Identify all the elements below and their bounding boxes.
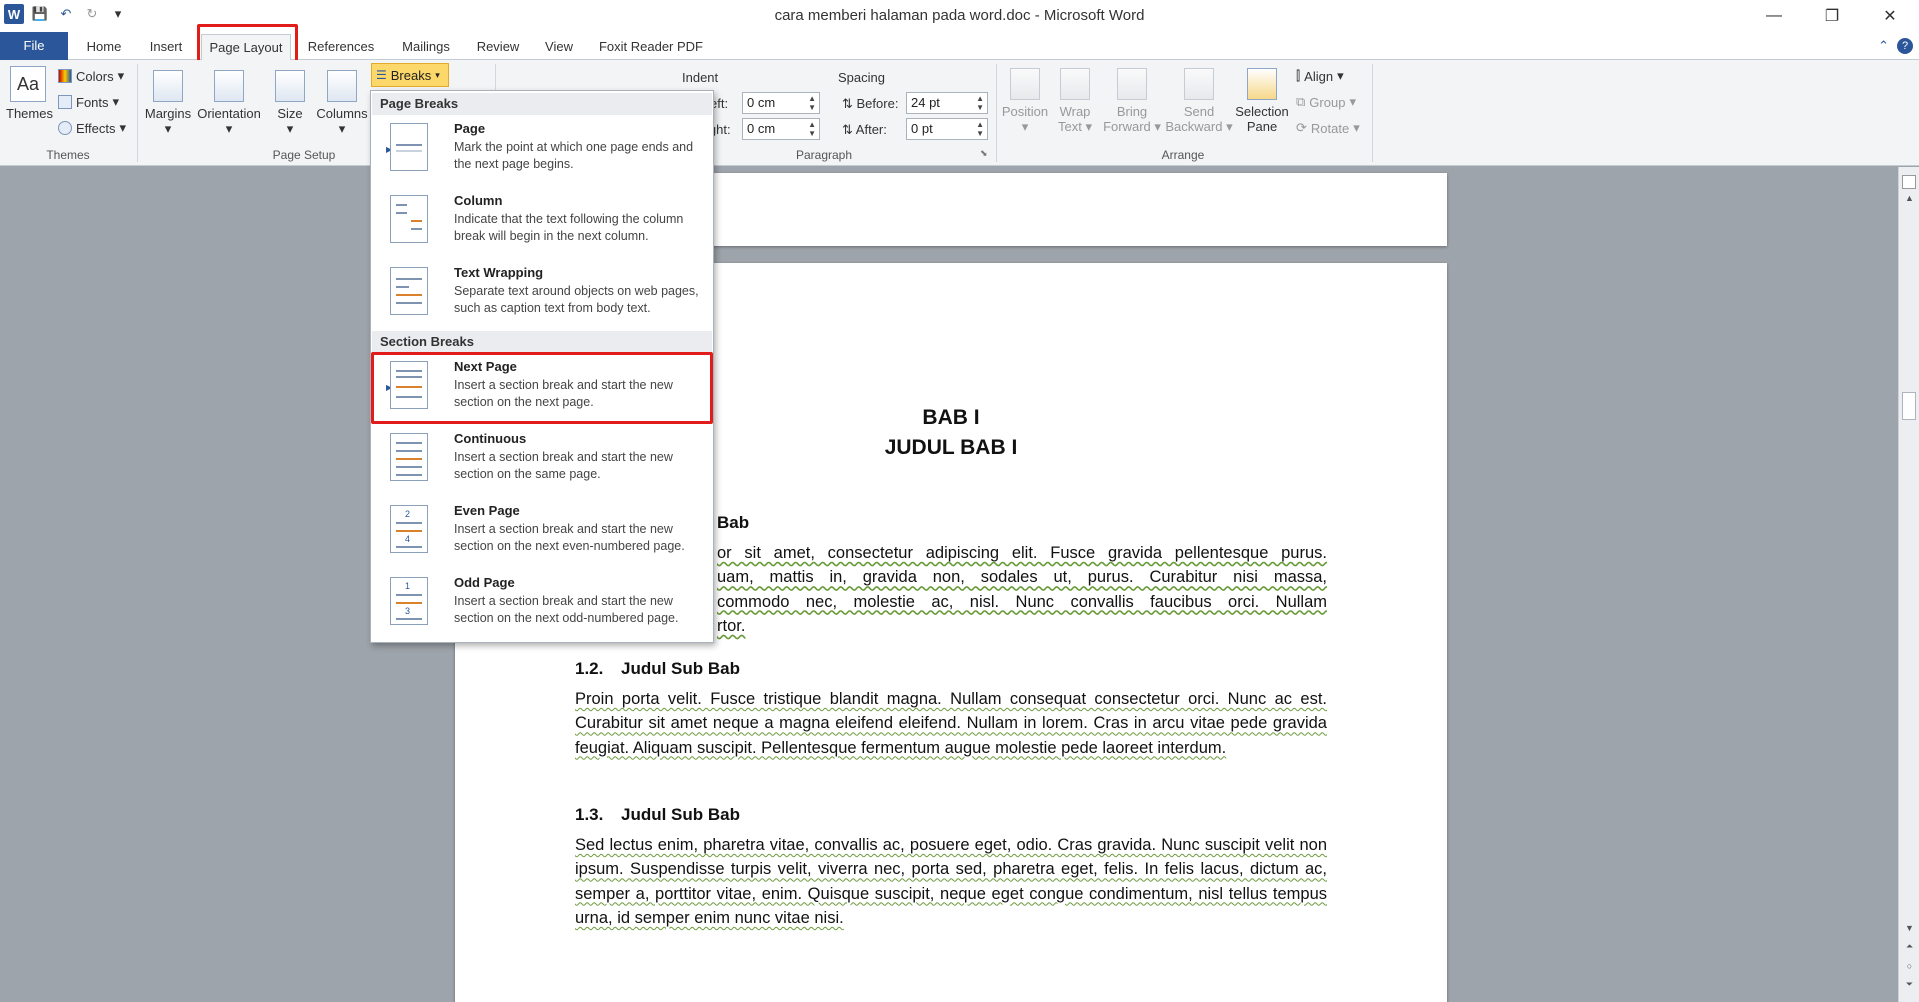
effects-icon [58, 121, 72, 135]
position-button[interactable]: Position ▾ [1000, 68, 1050, 135]
spacing-label: Spacing [838, 70, 885, 85]
effects-button[interactable]: Effects ▾ [58, 120, 126, 136]
themes-icon: Aa [10, 66, 46, 102]
group-separator [1372, 64, 1373, 162]
even-page-break-icon: 24 [390, 505, 428, 553]
continuous-break-icon [390, 433, 428, 481]
bring-forward-button[interactable]: Bring Forward ▾ [1100, 68, 1164, 135]
tab-mailings[interactable]: Mailings [393, 34, 459, 60]
scroll-down-icon[interactable]: ▼ [1899, 923, 1919, 933]
spacing-after-label: ⇅ After: [842, 122, 887, 137]
menu-item-odd-page[interactable]: 13 Odd Page Insert a section break and s… [372, 569, 712, 639]
fonts-button[interactable]: Fonts ▾ [58, 94, 119, 110]
tab-file[interactable]: File [0, 32, 68, 60]
fonts-icon [58, 95, 72, 109]
previous-page-icon[interactable]: ⏶ [1899, 941, 1919, 952]
spinner-arrows-icon[interactable]: ▲ ▼ [976, 94, 984, 112]
column-break-icon [390, 195, 428, 243]
next-page-highlight [371, 352, 713, 424]
section-breaks-header: Section Breaks [372, 331, 712, 353]
themes-group-label: Themes [46, 148, 90, 162]
group-button[interactable]: ⧉ Group ▾ [1296, 94, 1356, 110]
tab-review[interactable]: Review [470, 34, 526, 60]
breaks-button[interactable]: ☰ Breaks ▾ [371, 63, 449, 87]
margins-button[interactable]: Margins ▾ [142, 70, 194, 137]
spinner-arrows-icon[interactable]: ▲ ▼ [808, 120, 816, 138]
page-breaks-header: Page Breaks [372, 93, 712, 115]
menu-item-page-break[interactable]: ▶ Page Mark the point at which one page … [372, 115, 712, 185]
align-icon: ⫿ [1296, 68, 1301, 83]
align-button[interactable]: ⫿ Align ▾ [1296, 68, 1344, 84]
selection-pane-button[interactable]: Selection Pane [1234, 68, 1290, 134]
sub-heading: Bab [717, 513, 750, 532]
rotate-icon: ⟳ [1296, 120, 1307, 135]
menu-item-continuous[interactable]: Continuous Insert a section break and st… [372, 425, 712, 495]
next-page-icon[interactable]: ⏷ [1899, 979, 1919, 990]
columns-button[interactable]: Columns ▾ [314, 70, 370, 137]
indent-left-input[interactable]: 0 cm ▲ ▼ [742, 92, 820, 114]
ruler-toggle-icon[interactable] [1902, 175, 1916, 189]
indent-right-input[interactable]: 0 cm ▲ ▼ [742, 118, 820, 140]
group-icon: ⧉ [1296, 94, 1306, 109]
restore-button[interactable]: ❐ [1803, 0, 1861, 32]
orientation-button[interactable]: Orientation ▾ [196, 70, 262, 137]
wrap-text-button[interactable]: Wrap Text ▾ [1052, 68, 1098, 135]
minimize-ribbon-icon[interactable]: ⌃ [1878, 38, 1889, 54]
position-icon [1010, 68, 1040, 100]
bring-forward-icon [1117, 68, 1147, 100]
paragraph: or sit amet, consectetur adipiscing elit… [717, 544, 1327, 635]
selection-pane-icon [1247, 68, 1277, 100]
paragraph-group-label: Paragraph [795, 148, 853, 162]
breaks-icon: ☰ [376, 68, 387, 82]
scroll-up-icon[interactable]: ▲ [1899, 193, 1919, 203]
colors-icon [58, 69, 72, 83]
odd-page-break-icon: 13 [390, 577, 428, 625]
indent-label: Indent [682, 70, 719, 85]
chevron-down-icon: ▾ [435, 69, 440, 80]
size-button[interactable]: Size ▾ [270, 70, 310, 137]
spacing-before-input[interactable]: 24 pt ▲ ▼ [906, 92, 988, 114]
dialog-launcher-icon[interactable]: ⬊ [980, 148, 988, 159]
page-break-icon [390, 123, 428, 171]
send-backward-icon [1184, 68, 1214, 100]
spacing-before-label: ⇅ Before: [842, 96, 899, 111]
close-button[interactable]: ✕ [1861, 0, 1919, 32]
orientation-icon [214, 70, 244, 102]
minimize-button[interactable]: — [1745, 0, 1803, 32]
window-title: cara memberi halaman pada word.doc - Mic… [774, 7, 1145, 24]
menu-item-even-page[interactable]: 24 Even Page Insert a section break and … [372, 497, 712, 567]
sub-heading: 1.2. Judul Sub Bab [575, 659, 740, 678]
paragraph: Proin porta velit. Fusce tristique bland… [575, 690, 1327, 757]
themes-button[interactable]: Aa Themes [6, 66, 53, 121]
vertical-scrollbar[interactable]: ▲ ▼ ⏶ ○ ⏷ [1898, 167, 1919, 1002]
wrap-text-icon [1060, 68, 1090, 100]
size-icon [275, 70, 305, 102]
menu-item-text-wrapping[interactable]: Text Wrapping Separate text around objec… [372, 259, 712, 329]
sub-heading: 1.3. Judul Sub Bab [575, 805, 740, 824]
tab-view[interactable]: View [536, 34, 582, 60]
ribbon-right-controls: ⌃ ? [1878, 38, 1913, 54]
scroll-thumb[interactable] [1902, 392, 1916, 420]
tab-insert[interactable]: Insert [138, 34, 194, 60]
spinner-arrows-icon[interactable]: ▲ ▼ [976, 120, 984, 138]
text-wrapping-icon [390, 267, 428, 315]
menu-item-column-break[interactable]: Column Indicate that the text following … [372, 187, 712, 257]
browse-object-icon[interactable]: ○ [1899, 961, 1919, 971]
tab-home[interactable]: Home [74, 34, 134, 60]
columns-icon [327, 70, 357, 102]
margins-icon [153, 70, 183, 102]
ribbon: Aa Themes Colors ▾ Fonts ▾ Effects ▾ The… [0, 60, 1919, 166]
group-separator [996, 64, 997, 162]
spinner-arrows-icon[interactable]: ▲ ▼ [808, 94, 816, 112]
send-backward-button[interactable]: Send Backward ▾ [1164, 68, 1234, 135]
colors-button[interactable]: Colors ▾ [58, 68, 124, 84]
rotate-button[interactable]: ⟳ Rotate ▾ [1296, 120, 1360, 136]
tab-foxit-reader-pdf[interactable]: Foxit Reader PDF [592, 34, 710, 60]
spacing-after-input[interactable]: 0 pt ▲ ▼ [906, 118, 988, 140]
tab-references[interactable]: References [300, 34, 382, 60]
window-controls: — ❐ ✕ [1745, 0, 1919, 32]
paragraph: Sed lectus enim, pharetra vitae, convall… [575, 836, 1327, 927]
arrange-group-label: Arrange [1161, 148, 1205, 162]
help-icon[interactable]: ? [1897, 38, 1913, 54]
